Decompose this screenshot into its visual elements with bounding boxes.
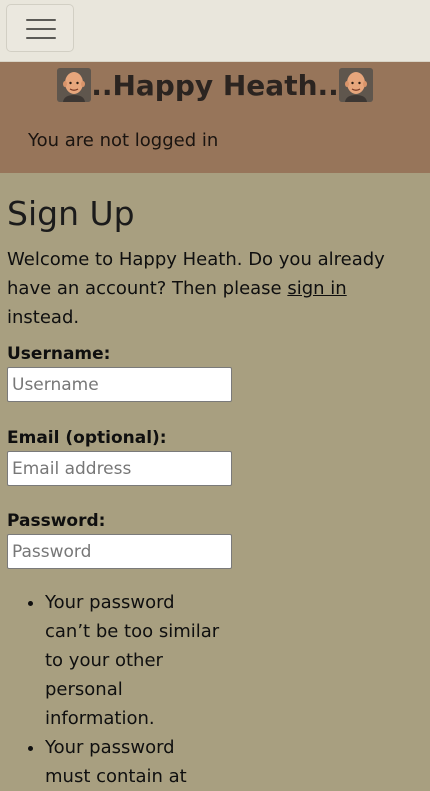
email-field-group: Email (optional): (7, 427, 232, 486)
login-status: You are not logged in (28, 130, 219, 151)
password-label: Password: (7, 511, 106, 531)
email-label: Email (optional): (7, 428, 167, 448)
password-help-item: Your password must contain at (45, 733, 222, 791)
top-navbar (0, 0, 430, 62)
site-title-text: ..Happy Heath.. (91, 69, 339, 102)
password-input[interactable] (7, 534, 232, 569)
site-header: ..Happy Heath.. You are not logged in (0, 62, 430, 173)
password-help-item: Your password can’t be too similar to yo… (45, 588, 222, 733)
main-content: Sign Up Welcome to Happy Heath. Do you a… (0, 193, 430, 332)
email-input[interactable] (7, 451, 232, 486)
intro-text: Welcome to Happy Heath. Do you already h… (7, 245, 423, 332)
username-label: Username: (7, 344, 111, 364)
page-title: Sign Up (7, 194, 135, 233)
username-input[interactable] (7, 367, 232, 402)
site-title[interactable]: ..Happy Heath.. (0, 68, 430, 104)
hamburger-menu-button[interactable] (6, 4, 74, 52)
password-field-group: Password: (7, 510, 232, 569)
bald-man-avatar-icon (57, 68, 92, 102)
username-field-group: Username: (7, 343, 232, 402)
hamburger-menu-icon (26, 19, 56, 21)
intro-text-after: instead. (7, 307, 80, 328)
hamburger-menu-icon-bar (26, 37, 56, 39)
bald-man-avatar-icon (338, 68, 373, 102)
sign-in-link[interactable]: sign in (287, 278, 346, 299)
password-help-list: Your password can’t be too similar to yo… (7, 588, 222, 791)
hamburger-menu-icon-bar (26, 28, 56, 30)
